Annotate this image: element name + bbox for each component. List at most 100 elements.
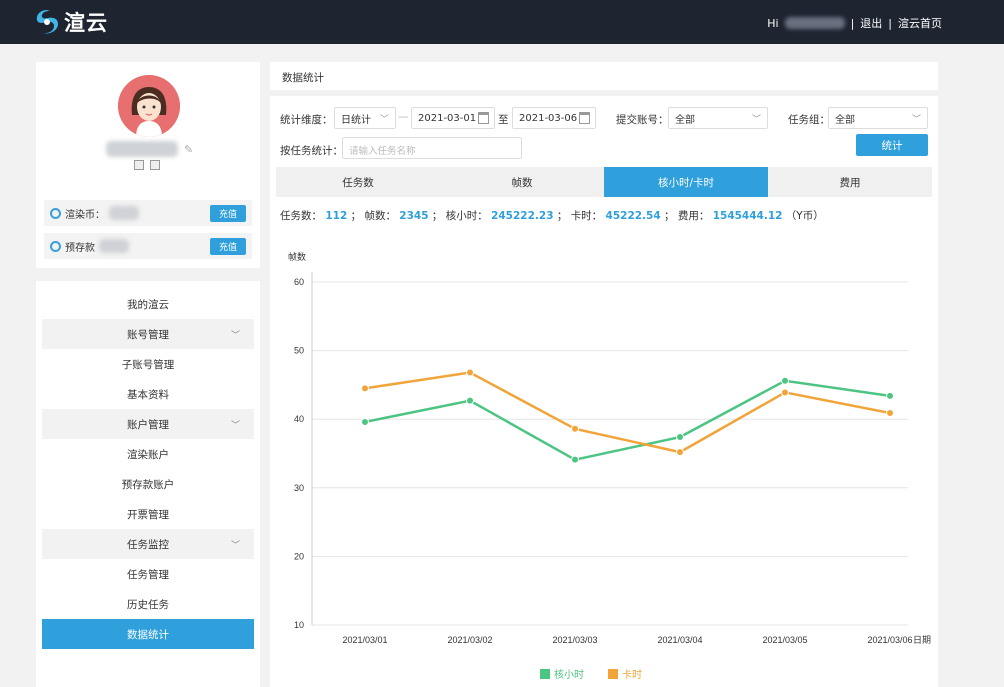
sidebar-item-label: 基本资料	[127, 388, 169, 401]
x-tick-label: 2021/03/02	[447, 635, 492, 645]
date-to-value: 2021-03-06	[519, 112, 578, 124]
y-axis-label: 帧数	[288, 251, 306, 262]
data-point	[571, 424, 579, 433]
sidebar-item-deposit-account[interactable]: 预存款账户	[42, 469, 254, 499]
sidebar-item-label: 任务管理	[127, 568, 169, 581]
avatar-image	[118, 75, 180, 137]
chevron-down-icon: ﹀	[911, 115, 921, 125]
tab-frames[interactable]: 帧数	[440, 167, 604, 197]
tasks-label: 任务数：	[280, 210, 322, 222]
dash: —	[398, 111, 409, 123]
sidebar-group-account[interactable]: 账号管理 ﹀	[42, 319, 254, 349]
dimension-select[interactable]: 日统计 ﹀	[334, 107, 396, 129]
recharge-button[interactable]: 充值	[210, 238, 246, 255]
balance-redacted	[99, 239, 129, 253]
render-coin-label: 渲染币：	[65, 209, 105, 221]
sidebar-item-invoice[interactable]: 开票管理	[42, 499, 254, 529]
tab-task-count[interactable]: 任务数	[276, 167, 440, 197]
tasks-value: 112	[325, 210, 348, 222]
data-point	[361, 384, 369, 393]
chevron-down-icon: ﹀	[230, 331, 240, 341]
sidebar-item-label: 子账号管理	[121, 358, 175, 371]
task-name-input[interactable]: 请输入任务名称	[342, 137, 522, 159]
summary-line: 任务数： 112 ； 帧数： 2345 ； 核小时： 245222.23 ； 卡…	[280, 210, 824, 222]
sidebar-item-label: 渲染账户	[127, 448, 169, 461]
line-chart: 帧数 10 20 30 40 50 60 2021/03/01 2021/03/02 2021/0…	[288, 251, 931, 681]
coin-icon	[50, 207, 61, 219]
sidebar-item-label: 预存款账户	[121, 478, 175, 491]
dimension-value: 日统计	[341, 114, 371, 126]
logout-link[interactable]: 退出	[860, 15, 882, 31]
sidebar-item-label: 数据统计	[127, 628, 169, 641]
group-value: 全部	[835, 114, 855, 126]
edit-icon[interactable]: ✎	[184, 143, 193, 156]
chevron-down-icon: ﹀	[751, 115, 761, 125]
calendar-icon	[478, 112, 489, 124]
data-point	[466, 396, 474, 405]
calendar-icon	[579, 112, 590, 124]
sidebar-group-task-monitor[interactable]: 任务监控 ﹀	[42, 529, 254, 559]
chevron-down-icon: ﹀	[379, 115, 389, 125]
date-from-value: 2021-03-01	[418, 112, 477, 124]
data-point	[676, 433, 684, 442]
account-value: 全部	[675, 114, 695, 126]
chevron-down-icon: ﹀	[230, 421, 240, 431]
legend-label: 卡时	[622, 668, 642, 681]
sidebar-item-label: 任务监控	[127, 538, 169, 551]
greeting: Hi	[767, 16, 779, 30]
sidebar-item-my-cloud[interactable]: 我的渲云	[42, 289, 254, 319]
phone-icon[interactable]	[134, 160, 144, 170]
username-row: ✎	[106, 141, 193, 157]
avatar[interactable]	[118, 75, 180, 137]
sidebar-item-label: 账号管理	[127, 328, 169, 341]
data-point	[466, 368, 474, 377]
username-redacted	[106, 141, 178, 157]
y-tick-label: 20	[294, 551, 304, 561]
account-select[interactable]: 全部 ﹀	[668, 107, 768, 129]
sidebar-item-label: 我的渲云	[127, 298, 169, 311]
sidebar-group-billing[interactable]: 账户管理 ﹀	[42, 409, 254, 439]
username-redacted	[784, 17, 845, 29]
sidebar-item-history[interactable]: 历史任务	[42, 589, 254, 619]
sidebar-item-task-manage[interactable]: 任务管理	[42, 559, 254, 589]
date-to-input[interactable]: 2021-03-06	[512, 107, 596, 129]
card-value: 45222.54	[605, 210, 661, 222]
legend-swatch	[540, 669, 550, 679]
sidebar-item-label: 历史任务	[127, 598, 169, 611]
sidebar-item-profile[interactable]: 基本资料	[42, 379, 254, 409]
date-from-input[interactable]: 2021-03-01	[411, 107, 495, 129]
logo[interactable]: 渲云	[34, 7, 108, 37]
data-point	[676, 448, 684, 457]
frames-value: 2345	[399, 210, 429, 222]
statistics-panel: 统计维度： 日统计 ﹀ — 2021-03-01 至 2021-03-06 提交…	[270, 96, 938, 687]
tab-cost[interactable]: 费用	[768, 167, 932, 197]
group-label: 任务组：	[788, 114, 830, 126]
sidebar-item-statistics[interactable]: 数据统计	[42, 619, 254, 649]
tab-core-hours[interactable]: 核小时/卡时	[604, 167, 768, 197]
task-label: 按任务统计：	[280, 145, 343, 157]
recharge-button[interactable]: 充值	[210, 205, 246, 222]
x-tick-label: 2021/03/03	[552, 635, 597, 645]
x-tick-label: 2021/03/04	[657, 635, 702, 645]
balance-redacted	[109, 206, 139, 220]
mail-icon[interactable]	[150, 160, 160, 170]
task-placeholder: 请输入任务名称	[349, 146, 416, 157]
cost-value: 1545444.12	[712, 210, 783, 222]
data-point	[886, 391, 894, 400]
legend-swatch	[608, 669, 618, 679]
data-point	[571, 455, 579, 464]
legend-label: 核小时	[554, 668, 584, 681]
y-tick-label: 10	[294, 620, 304, 630]
group-select[interactable]: 全部 ﹀	[828, 107, 928, 129]
y-tick-label: 60	[294, 277, 304, 287]
date-separator: 至	[498, 114, 509, 126]
data-point	[781, 376, 789, 385]
top-bar: 渲云 Hi | 退出 | 渲云首页	[0, 0, 1004, 44]
home-link[interactable]: 渲云首页	[898, 15, 942, 31]
sidebar-item-render-account[interactable]: 渲染账户	[42, 439, 254, 469]
sidebar-item-subaccount[interactable]: 子账号管理	[42, 349, 254, 379]
dimension-label: 统计维度：	[280, 114, 333, 126]
series-line	[364, 379, 891, 461]
stat-button[interactable]: 统计	[856, 134, 928, 156]
deposit-balance: 预存款 充值	[44, 233, 252, 259]
